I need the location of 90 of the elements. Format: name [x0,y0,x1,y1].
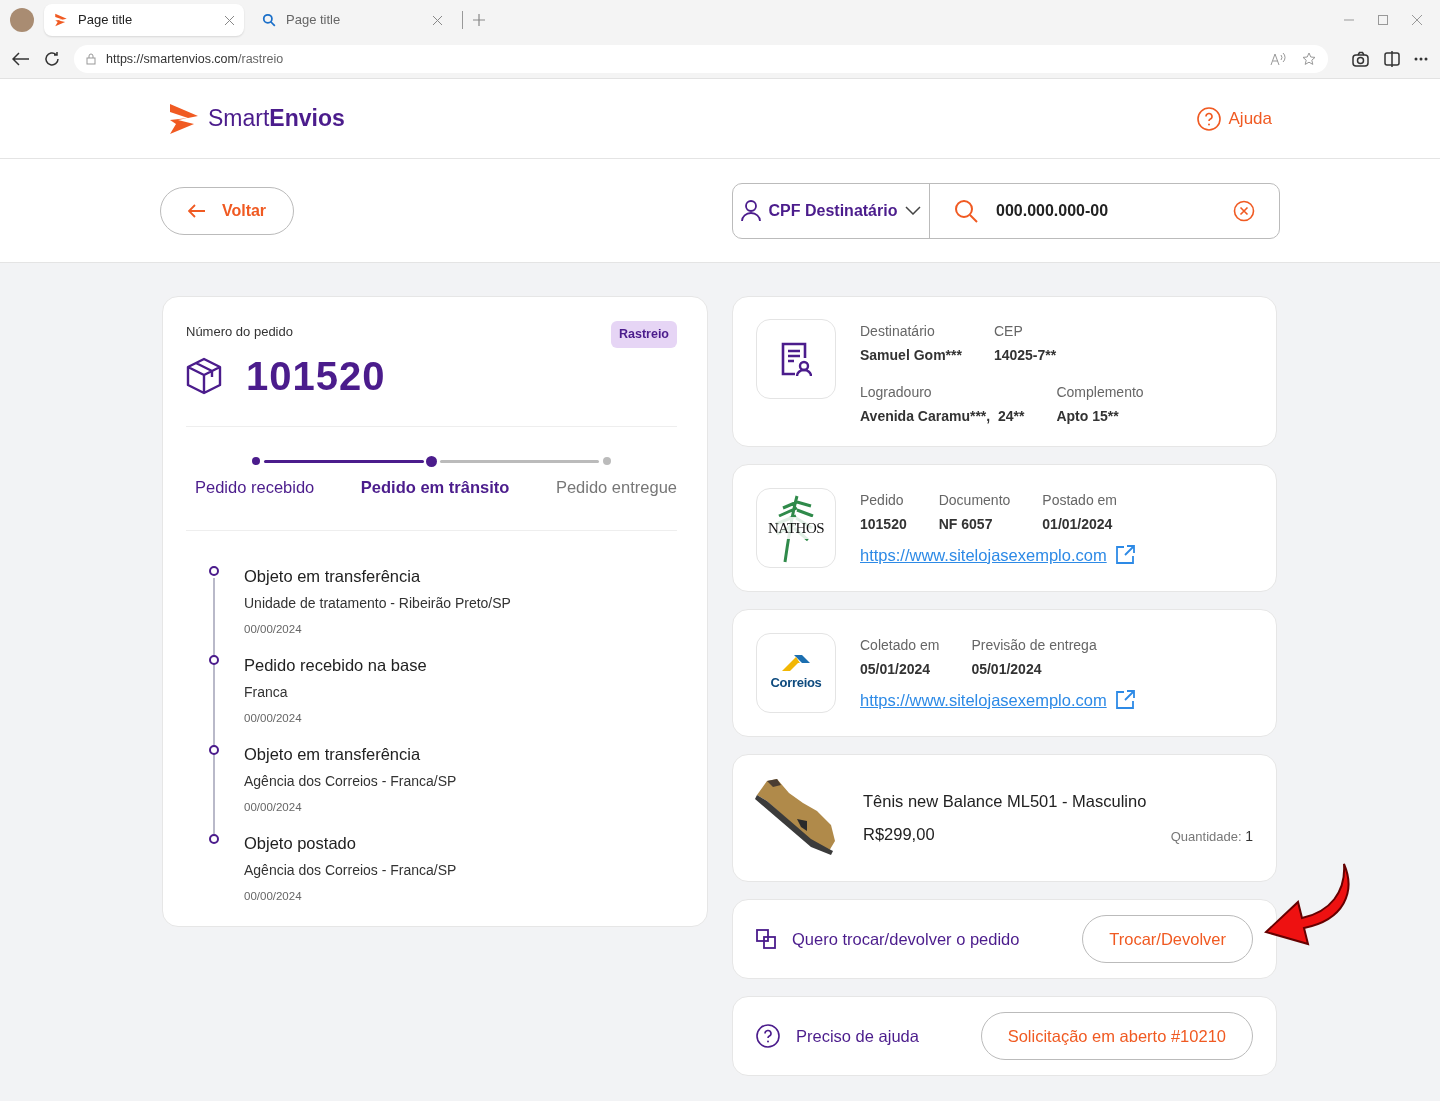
step-label: Pedido recebido [195,476,315,498]
maximize-icon[interactable] [1378,15,1388,25]
help-icon [756,1024,780,1048]
event-title: Objeto em transferência [244,744,422,765]
document-person-icon [780,341,812,377]
search-field[interactable]: 000.000.000-00 [994,197,1217,224]
product-name: Tênis new Balance ML501 - Masculino [863,791,1148,813]
chevron-down-icon [905,206,922,215]
status-tag: Rastreio [610,321,677,348]
new-tab-icon[interactable] [473,14,485,26]
field-label: Destinatário [860,322,936,341]
person-icon [740,199,761,222]
event-date: 00/00/2024 [244,710,303,726]
field-label: Postado em [1042,491,1118,510]
carrier-logo-icon [780,653,812,674]
event-date: 00/00/2024 [244,889,303,905]
external-link-icon[interactable] [1114,545,1135,566]
more-icon[interactable] [1414,57,1428,61]
open-request-button[interactable]: Solicitação em aberto #10210 [980,1012,1253,1060]
timeline-dot [209,833,219,844]
box-icon [186,356,222,395]
field-value: 101520 [860,515,907,534]
event-date: 00/00/2024 [244,621,303,637]
timeline-dot [209,565,219,576]
split-screen-icon[interactable] [1384,51,1400,67]
event-location: Unidade de tratamento - Ribeirão Preto/SP [244,593,512,613]
close-tab-icon[interactable] [433,15,442,25]
search-type-dropdown[interactable]: CPF Destinatário [733,183,930,238]
field-value: 14025-7** [993,346,1057,365]
back-button[interactable]: Voltar [160,186,294,235]
field-value: 01/01/2024 [1042,515,1114,534]
store-link[interactable]: https://www.sitelojasexemplo.com [860,543,1107,568]
logo-icon [168,101,200,136]
star-icon[interactable] [1302,52,1316,66]
close-tab-icon[interactable] [225,15,234,25]
field-label: Complemento [1056,383,1144,402]
field-label: CEP [993,322,1024,341]
field-label: Pedido [860,491,905,510]
camera-icon[interactable] [1352,51,1370,67]
event-location: Franca [244,682,289,702]
event-title: Objeto em transferência [244,565,422,587]
help-link[interactable]: Ajuda [1196,105,1272,132]
field-value: Samuel Gom*** [860,346,962,365]
exchange-button[interactable]: Trocar/Devolver [1082,915,1253,963]
event-location: Agência dos Correios - Franca/SP [244,861,458,881]
tracking-link[interactable]: https://www.sitelojasexemplo.com [860,688,1107,713]
help-icon [1196,106,1221,131]
event-location: Agência dos Correios - Franca/SP [244,772,458,791]
field-value: NF 6057 [938,515,994,534]
store-logo-text: NATHOS [766,516,826,540]
browser-tab[interactable]: Page title [252,4,452,36]
address-bar[interactable]: https://smartenvios.com/rastreio [74,45,1328,73]
exchange-text: Quero trocar/devolver o pedido [792,928,1020,950]
quantity-text: Quantidade: 1 [1170,826,1253,846]
carrier-logo-text: Correios [770,674,822,693]
support-text: Preciso de ajuda [796,1025,919,1047]
product-price: R$299,00 [863,824,935,845]
timeline-dot [209,654,219,665]
order-number: 101520 [246,352,386,400]
avatar-icon[interactable] [10,8,34,32]
event-title: Objeto postado [244,833,357,855]
reload-icon[interactable] [44,51,60,67]
field-label: Coletado em [860,636,940,655]
field-label: Logradouro [860,383,933,402]
step-label: Pedido em trânsito [360,476,510,498]
clear-icon[interactable] [1233,199,1255,222]
logo-icon [54,13,68,27]
close-icon[interactable] [1412,15,1422,25]
read-aloud-icon[interactable] [1270,52,1286,66]
field-value: 05/01/2024 [971,660,1043,679]
lock-icon [86,53,96,65]
search-icon [954,198,978,223]
field-value: 05/01/2024 [860,660,932,679]
event-date: 00/00/2024 [244,800,303,815]
step-label: Pedido entregue [555,476,677,498]
field-label: Documento [938,491,1011,510]
field-label: Previsão de entrega [971,636,1097,655]
brand-name: SmartEnvios [208,104,345,134]
order-number-label: Número do pedido [186,323,293,341]
timeline-dot [209,744,219,755]
browser-tab[interactable]: Page title [44,4,244,36]
exchange-icon [756,929,776,949]
field-value: Avenida Caramu***, 24** [860,407,1025,426]
field-value: Apto 15** [1056,407,1120,426]
url-text: https://smartenvios.com/rastreio [106,50,284,68]
event-title: Pedido recebido na base [244,654,428,676]
back-arrow-icon[interactable] [12,52,30,66]
external-link-icon[interactable] [1114,690,1135,711]
search-icon [262,13,276,27]
arrow-left-icon [187,203,206,218]
